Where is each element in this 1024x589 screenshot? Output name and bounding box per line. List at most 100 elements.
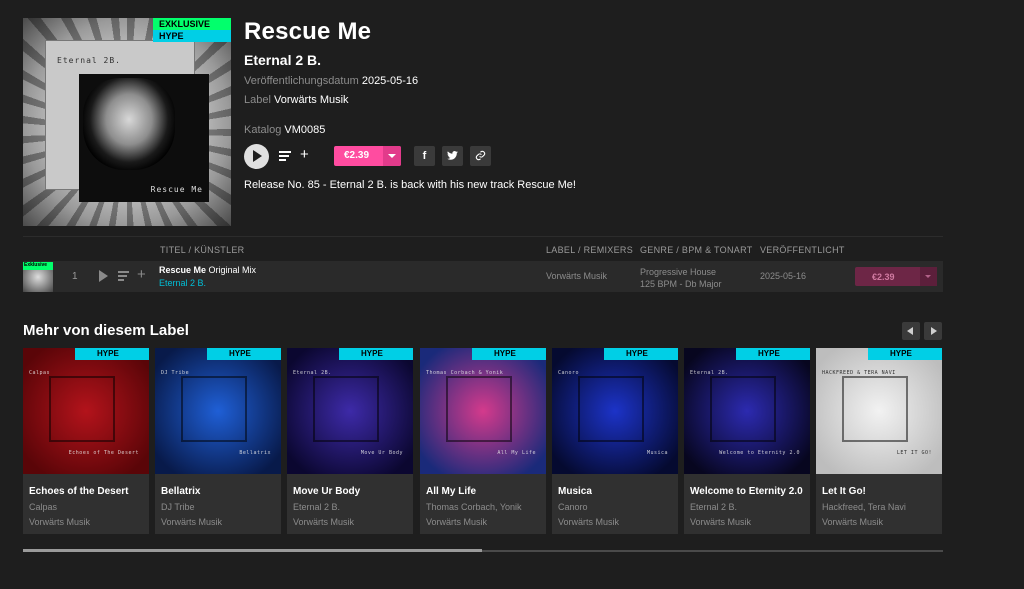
play-button[interactable]: [244, 144, 269, 169]
track-title-text: Rescue Me: [159, 265, 207, 275]
release-card-art-artist: Calpas: [29, 370, 51, 376]
track-genre-bpm: Progressive House 125 BPM - Db Major: [640, 266, 722, 290]
release-card-title[interactable]: Echoes of the Desert: [29, 486, 128, 497]
release-description: Release No. 85 - Eternal 2 B. is back wi…: [244, 179, 576, 191]
release-date-label: Veröffentlichungsdatum: [244, 75, 359, 87]
release-card-label[interactable]: Vorwärts Musik: [426, 517, 487, 527]
release-card-art-frame: [578, 376, 644, 442]
release-card-art-title: Musica: [646, 450, 668, 456]
track-price-dropdown-icon[interactable]: [920, 267, 937, 286]
price-dropdown-icon[interactable]: [383, 146, 401, 166]
release-card-art-frame: [842, 376, 908, 442]
release-card-label[interactable]: Vorwärts Musik: [822, 517, 883, 527]
catalog-label: Katalog: [244, 124, 282, 136]
track-thumbnail[interactable]: Exklusive: [23, 262, 53, 292]
release-card-title[interactable]: Let It Go!: [822, 486, 866, 497]
buy-release-button[interactable]: €2.39: [334, 146, 401, 166]
release-card-title[interactable]: Move Ur Body: [293, 486, 360, 497]
release-card-label[interactable]: Vorwärts Musik: [690, 517, 751, 527]
release-card-title[interactable]: Musica: [558, 486, 592, 497]
release-card-art-title: Move Ur Body: [360, 450, 403, 456]
copy-link-icon[interactable]: [470, 146, 491, 166]
release-card-label[interactable]: Vorwärts Musik: [293, 517, 354, 527]
release-cover-art: Eternal 2B. Rescue Me: [23, 18, 231, 226]
release-card-art[interactable]: Eternal 2B. Move Ur Body: [287, 348, 413, 474]
release-card-art-title: All My Life: [497, 450, 536, 456]
track-artist-link[interactable]: Eternal 2 B.: [159, 278, 206, 288]
release-card-art-artist: DJ Tribe: [161, 370, 190, 376]
track-genre[interactable]: Progressive House: [640, 266, 722, 278]
release-card-hype-badge: HYPE: [604, 348, 678, 360]
cover-artist-text: Eternal 2B.: [57, 56, 121, 65]
track-price: €2.39: [872, 272, 895, 282]
table-row[interactable]: Exklusive 1 + Rescue Me Original Mix Ete…: [23, 261, 943, 292]
release-card-art[interactable]: Calpas Echoes of The Desert: [23, 348, 149, 474]
release-card-art-frame: [446, 376, 512, 442]
track-title[interactable]: Rescue Me Original Mix: [159, 265, 256, 275]
release-card-art[interactable]: Thomas Corbach & Yonik All My Life: [420, 348, 546, 474]
release-card-label[interactable]: Vorwärts Musik: [29, 517, 90, 527]
twitter-share-icon[interactable]: [442, 146, 463, 166]
release-card[interactable]: Thomas Corbach & Yonik All My Life HYPE All…: [420, 348, 546, 534]
label-row: Label Vorwärts Musik: [244, 94, 944, 106]
release-card-label[interactable]: Vorwärts Musik: [161, 517, 222, 527]
release-artist[interactable]: Eternal 2 B.: [244, 52, 944, 68]
release-card-art-frame: [181, 376, 247, 442]
release-title: Rescue Me: [244, 18, 372, 45]
release-card[interactable]: HACKFREED & TERA NAVI LET IT GO! HYPE Let I…: [816, 348, 942, 534]
release-card[interactable]: Canoro Musica HYPE Musica Canoro Vorwärts Mus…: [552, 348, 678, 534]
cover-title-text: Rescue Me: [150, 185, 203, 194]
release-card-art-artist: Canoro: [558, 370, 580, 376]
add-to-playlist-icon[interactable]: +: [300, 146, 309, 163]
release-card[interactable]: Eternal 2B. Welcome to Eternity 2.0 HYPE We…: [684, 348, 810, 534]
header-genre-bpm-key: GENRE / BPM & TONART: [640, 245, 753, 255]
release-card-art[interactable]: Eternal 2B. Welcome to Eternity 2.0: [684, 348, 810, 474]
release-card-artist[interactable]: Eternal 2 B.: [690, 502, 737, 512]
release-card-artist[interactable]: Thomas Corbach, Yonik: [426, 502, 522, 512]
hype-badge: HYPE: [153, 30, 231, 42]
release-card-artist[interactable]: Canoro: [558, 502, 588, 512]
release-card-hype-badge: HYPE: [736, 348, 810, 360]
header-label-remixers: LABEL / REMIXERS: [546, 245, 633, 255]
release-card[interactable]: Eternal 2B. Move Ur Body HYPE Move Ur Body E…: [287, 348, 413, 534]
release-card-hype-badge: HYPE: [75, 348, 149, 360]
track-table-header: TITEL / KÜNSTLER LABEL / REMIXERS GENRE …: [23, 236, 943, 260]
release-card-art-frame: [49, 376, 115, 442]
release-card-hype-badge: HYPE: [868, 348, 942, 360]
more-from-label-heading: Mehr von diesem Label: [23, 322, 189, 339]
release-card-title[interactable]: Welcome to Eternity 2.0: [690, 486, 803, 497]
carousel-prev-button[interactable]: [902, 322, 920, 340]
release-card[interactable]: DJ Tribe Bellatrix HYPE Bellatrix DJ Tribe Vo…: [155, 348, 281, 534]
track-exclusive-badge: Exklusive: [23, 262, 53, 270]
release-card-art[interactable]: DJ Tribe Bellatrix: [155, 348, 281, 474]
release-card-title[interactable]: All My Life: [426, 486, 476, 497]
facebook-share-icon[interactable]: f: [414, 146, 435, 166]
release-card-art-title: Echoes of The Desert: [68, 450, 139, 456]
carousel-next-button[interactable]: [924, 322, 942, 340]
release-card-label[interactable]: Vorwärts Musik: [558, 517, 619, 527]
track-add-to-queue-icon[interactable]: [118, 271, 129, 283]
release-card-artist[interactable]: Calpas: [29, 502, 57, 512]
buy-track-button[interactable]: €2.39: [855, 267, 937, 286]
release-card-artist[interactable]: Eternal 2 B.: [293, 502, 340, 512]
release-card-art-title: Bellatrix: [239, 450, 271, 456]
carousel-scroll-thumb[interactable]: [23, 549, 482, 552]
release-date-row: Veröffentlichungsdatum 2025-05-16: [244, 75, 944, 87]
track-add-to-playlist-icon[interactable]: +: [137, 266, 146, 283]
release-card-art[interactable]: Canoro Musica: [552, 348, 678, 474]
release-card-art-title: LET IT GO!: [896, 450, 932, 456]
release-card-art-artist: HACKFREED & TERA NAVI: [822, 370, 896, 376]
release-card-art-frame: [313, 376, 379, 442]
release-date-value: 2025-05-16: [361, 75, 419, 87]
add-to-queue-icon[interactable]: [279, 151, 291, 161]
release-card-artist[interactable]: DJ Tribe: [161, 502, 195, 512]
track-release-date: 2025-05-16: [760, 271, 807, 281]
track-play-icon[interactable]: [99, 270, 108, 282]
release-card-title[interactable]: Bellatrix: [161, 486, 200, 497]
release-card-art[interactable]: HACKFREED & TERA NAVI LET IT GO!: [816, 348, 942, 474]
track-label-link[interactable]: Vorwärts Musik: [546, 271, 607, 281]
label-link[interactable]: Vorwärts Musik: [274, 94, 349, 106]
release-card[interactable]: Calpas Echoes of The Desert HYPE Echoes of …: [23, 348, 149, 534]
release-card-artist[interactable]: Hackfreed, Tera Navi: [822, 502, 906, 512]
release-card-art-artist: Thomas Corbach & Yonik: [426, 370, 504, 376]
